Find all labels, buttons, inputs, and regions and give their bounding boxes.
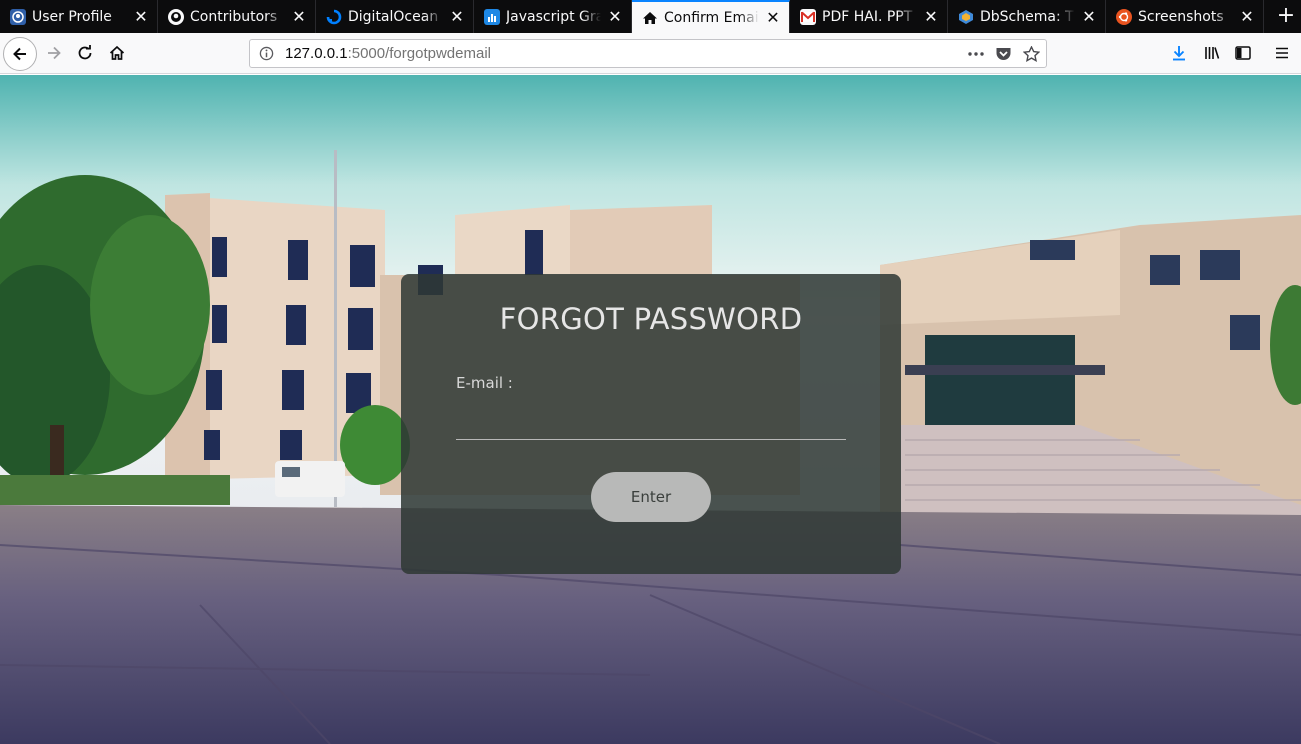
tab-label: Javascript Gra: [506, 8, 601, 25]
page-actions-icon[interactable]: [967, 46, 985, 62]
reload-icon: [78, 45, 92, 60]
info-icon[interactable]: [259, 46, 274, 61]
gmail-icon: [800, 8, 816, 25]
page-title: FORGOT PASSWORD: [499, 302, 803, 336]
tab-dbschema[interactable]: DbSchema: Th ✕: [948, 0, 1106, 33]
sidebar-button[interactable]: [1228, 38, 1258, 68]
home-icon: [642, 10, 658, 26]
close-icon[interactable]: ✕: [607, 8, 623, 25]
github-icon: [168, 8, 184, 25]
tab-label: Confirm Email: [664, 9, 759, 26]
close-icon[interactable]: ✕: [133, 8, 149, 25]
home-icon: [109, 45, 125, 60]
url-bar[interactable]: 127.0.0.1:5000/forgotpwdemail: [249, 39, 1047, 68]
tab-user-profile[interactable]: User Profile ✕: [0, 0, 158, 33]
url-host: 127.0.0.1: [285, 45, 348, 62]
enter-button[interactable]: Enter: [591, 472, 711, 522]
forgot-password-card: FORGOT PASSWORD E-mail : Enter: [401, 274, 901, 574]
tab-label: Screenshots: [1138, 8, 1224, 25]
tab-label: DigitalOcean: [348, 8, 439, 25]
tab-label: User Profile: [32, 8, 112, 25]
close-icon[interactable]: ✕: [291, 8, 307, 25]
back-arrow-icon: [13, 47, 26, 61]
hamburger-menu-icon: [1276, 47, 1288, 59]
back-button[interactable]: [3, 37, 37, 71]
library-button[interactable]: [1197, 38, 1227, 68]
close-icon[interactable]: ✕: [1081, 8, 1097, 25]
tab-label: PDF HAI. PPT: [822, 8, 913, 25]
navigation-toolbar: 127.0.0.1:5000/forgotpwdemail: [0, 33, 1301, 74]
downloads-button[interactable]: [1164, 38, 1194, 68]
menu-button[interactable]: [1267, 38, 1297, 68]
page-content: FORGOT PASSWORD E-mail : Enter: [0, 75, 1301, 744]
new-tab-button[interactable]: +: [1271, 0, 1301, 33]
chart-icon: [484, 8, 500, 25]
reload-button[interactable]: [70, 38, 100, 68]
close-icon[interactable]: ✕: [449, 8, 465, 25]
tab-label: Contributors: [190, 8, 278, 25]
download-icon: [1173, 46, 1185, 61]
close-icon[interactable]: ✕: [765, 9, 781, 26]
forward-arrow-icon: [48, 46, 61, 60]
dbschema-icon: [958, 9, 974, 25]
tab-strip: User Profile ✕ Contributors ✕ DigitalOce…: [0, 0, 1301, 33]
email-label: E-mail :: [456, 374, 513, 392]
tab-label: DbSchema: Th: [980, 8, 1075, 25]
close-icon[interactable]: ✕: [923, 8, 939, 25]
library-icon: [1205, 47, 1220, 59]
pocket-icon[interactable]: [995, 46, 1012, 62]
tab-confirm-email[interactable]: Confirm Email ✕: [632, 0, 790, 33]
ubuntu-icon: [1116, 8, 1132, 25]
close-icon[interactable]: ✕: [1239, 8, 1255, 25]
tab-screenshots[interactable]: Screenshots ✕: [1106, 0, 1264, 33]
url-text[interactable]: 127.0.0.1:5000/forgotpwdemail: [285, 45, 491, 62]
url-path: :5000/forgotpwdemail: [347, 45, 491, 62]
tab-javascript-graphs[interactable]: Javascript Gra ✕: [474, 0, 632, 33]
sidebar-icon: [1235, 46, 1251, 60]
user-profile-favicon-icon: [10, 8, 26, 25]
home-button[interactable]: [102, 38, 132, 68]
forward-button[interactable]: [39, 38, 69, 68]
email-field[interactable]: [456, 404, 846, 440]
tab-digitalocean[interactable]: DigitalOcean ✕: [316, 0, 474, 33]
bookmark-star-icon[interactable]: [1023, 46, 1040, 62]
tab-contributors[interactable]: Contributors ✕: [158, 0, 316, 33]
digitalocean-icon: [326, 9, 342, 25]
tab-gmail[interactable]: PDF HAI. PPT ✕: [790, 0, 948, 33]
